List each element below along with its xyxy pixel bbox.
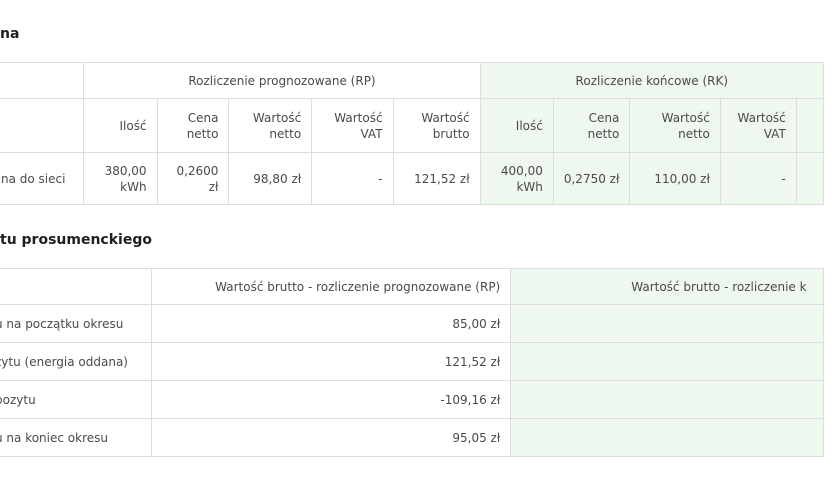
col-header-wartosc-netto: Wartość netto — [228, 98, 313, 153]
group-header-rp: Rozliczenie prognozowane (RP) — [83, 62, 481, 99]
deposit-row-value: 121,52 zł — [151, 342, 512, 381]
deposit-row-label: zytu (energia oddana) — [0, 342, 153, 381]
energy-settlement-table: Rozliczenie prognozowane (RP) Rozliczeni… — [0, 62, 825, 205]
deposit-row-label: pozytu — [0, 380, 153, 419]
col-header-rk-wartosc-vat: Wartość VAT — [719, 98, 797, 153]
cell-rk-vat: - — [719, 152, 797, 205]
col-header-wartosc-vat: Wartość VAT — [311, 98, 394, 153]
deposit-header-rk: Wartość brutto - rozliczenie k — [510, 268, 824, 305]
section-title-energy: na — [0, 26, 20, 42]
col-header-rk-wartosc-netto: Wartość netto — [629, 98, 721, 153]
deposit-row-value: 95,05 zł — [151, 418, 512, 457]
row-label: na do sieci — [0, 152, 85, 205]
deposit-row-rk-value — [510, 418, 824, 457]
col-header-rk-cena-netto: Cena netto — [552, 98, 631, 153]
cell-rp-cena: 0,2600 zł — [156, 152, 230, 205]
cell-rk-ilosc: 400,00 kWh — [479, 152, 554, 205]
cell-rp-ilosc: 380,00 kWh — [83, 152, 158, 205]
group-header-rk: Rozliczenie końcowe (RK) — [479, 62, 825, 99]
deposit-table: Wartość brutto - rozliczenie prognozowan… — [0, 268, 824, 457]
col-header-ilosc: Ilość — [83, 98, 158, 153]
cell-rp-vat: - — [311, 152, 394, 205]
col-header-rk-ilosc: Ilość — [479, 98, 554, 153]
cell-rk-netto: 110,00 zł — [629, 152, 721, 205]
deposit-row-value: 85,00 zł — [151, 304, 512, 343]
deposit-row-rk-value — [510, 380, 824, 419]
cell-rp-netto: 98,80 zł — [228, 152, 313, 205]
col-header-rk-overflow — [795, 98, 825, 153]
deposit-row-label: u na początku okresu — [0, 304, 153, 343]
cell-rp-brutto: 121,52 zł — [392, 152, 481, 205]
section-title-deposit: tu prosumenckiego — [0, 232, 152, 248]
deposit-row-rk-value — [510, 342, 824, 381]
deposit-header-rp: Wartość brutto - rozliczenie prognozowan… — [151, 268, 512, 305]
deposit-corner-cell — [0, 268, 153, 305]
cell-rk-cena: 0,2750 zł — [552, 152, 631, 205]
deposit-row-rk-value — [510, 304, 824, 343]
col-header-wartosc-brutto: Wartość brutto — [392, 98, 481, 153]
deposit-row-label: u na koniec okresu — [0, 418, 153, 457]
label-header-cell — [0, 98, 85, 153]
cell-rk-overflow — [795, 152, 825, 205]
col-header-cena-netto: Cena netto — [156, 98, 230, 153]
corner-cell — [0, 62, 85, 99]
deposit-row-value: -109,16 zł — [151, 380, 512, 419]
